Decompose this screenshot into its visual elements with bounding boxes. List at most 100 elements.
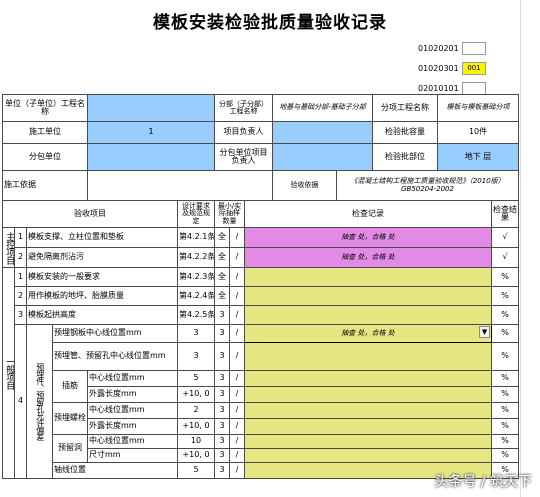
- col-record-header: 检查记录: [243, 200, 493, 228]
- result-cell: %: [491, 418, 520, 435]
- actual-sample-cell[interactable]: /: [229, 462, 245, 479]
- item-name: 中心线位置mm: [87, 434, 178, 449]
- actual-sample-cell[interactable]: /: [229, 434, 245, 449]
- code-row: 01020201: [418, 40, 538, 57]
- result-cell: %: [491, 267, 520, 287]
- item-name: 轴线位置: [52, 462, 178, 479]
- col-result-header: 检查结果: [491, 200, 520, 228]
- chevron-down-icon[interactable]: ▼: [479, 326, 491, 338]
- actual-sample-cell[interactable]: /: [229, 448, 245, 463]
- record-cell[interactable]: [243, 286, 493, 306]
- item-name: 用作模板的地坪、胎膜质量: [26, 286, 178, 306]
- actual-sample-cell[interactable]: /: [229, 370, 245, 387]
- item-name: 尺寸mm: [87, 448, 178, 463]
- item-name: 外露长度mm: [87, 386, 178, 403]
- record-dropdown-value: 抽查 处，合格 处: [341, 328, 395, 337]
- record-cell[interactable]: [243, 342, 493, 371]
- record-cell[interactable]: [243, 370, 493, 387]
- min-sample-cell: 3: [214, 462, 230, 479]
- result-cell: %: [491, 370, 520, 387]
- item-name: 模板支撑、立柱位置和垫板: [26, 227, 178, 248]
- sub-lead-field[interactable]: [272, 143, 374, 171]
- actual-sample-cell[interactable]: /: [229, 227, 245, 248]
- actual-sample-cell[interactable]: /: [229, 286, 245, 306]
- item-name: 中心线位置mm: [87, 370, 178, 387]
- code-label: 02010101: [418, 84, 459, 93]
- sub-project-label: 分部（子分部）工程名称: [213, 94, 274, 122]
- actual-sample-cell[interactable]: /: [229, 386, 245, 403]
- basis-label: 施工依据: [2, 170, 88, 201]
- spec-cell: 第4.2.3条: [177, 267, 215, 287]
- item-name: 中心线位置mm: [87, 402, 178, 419]
- row-number: 3: [14, 305, 27, 325]
- result-cell: %: [491, 448, 520, 463]
- record-dropdown-cell[interactable]: 抽查 处，合格 处 ▼: [243, 324, 493, 343]
- subcontractor-field[interactable]: [87, 143, 215, 171]
- record-cell[interactable]: [243, 267, 493, 287]
- project-lead-field[interactable]: [272, 121, 374, 144]
- item-project-field[interactable]: 模板与模板基础分项: [437, 94, 520, 122]
- spec-cell: 第4.2.5条: [177, 305, 215, 325]
- result-cell: %: [491, 286, 520, 306]
- project-lead-label: 项目负责人: [213, 121, 274, 144]
- spec-cell: +10, 0: [177, 418, 215, 435]
- location-label: 检验批部位: [372, 143, 439, 171]
- actual-sample-cell[interactable]: /: [229, 267, 245, 287]
- actual-sample-cell[interactable]: /: [229, 324, 245, 343]
- spec-cell: 5: [177, 462, 215, 479]
- col-sample-header: 最小/实际抽样数量: [214, 200, 245, 228]
- record-cell[interactable]: [243, 305, 493, 325]
- sub-lead-label: 分包单位项目负责人: [213, 143, 274, 171]
- row-number: 1: [14, 267, 27, 287]
- item-name: 避免隔离剂沾污: [26, 247, 178, 268]
- watermark: 头条号 / 筑天下: [434, 474, 532, 490]
- contractor-field[interactable]: 1: [87, 121, 215, 144]
- row-number: 4: [14, 324, 27, 479]
- actual-sample-cell[interactable]: /: [229, 342, 245, 371]
- row-number: 1: [14, 227, 27, 248]
- sub-project-field[interactable]: 地基与基础分部-基础子分部: [272, 94, 374, 122]
- unit-name-label: 单位（子单位）工程名称: [2, 94, 88, 122]
- page-title: 模板安装检验批质量验收记录: [153, 13, 387, 33]
- subcontractor-label: 分包单位: [2, 143, 88, 171]
- record-cell[interactable]: [243, 434, 493, 449]
- result-cell: %: [491, 402, 520, 419]
- basis-field[interactable]: [86, 170, 274, 201]
- capacity-label: 检验批容量: [372, 121, 439, 144]
- min-sample-cell: 全: [214, 286, 230, 306]
- main-control-label: 主控项目: [2, 227, 15, 268]
- contractor-label: 施工单位: [2, 121, 88, 144]
- item-name: 模板起拱高度: [26, 305, 178, 325]
- result-cell: %: [491, 386, 520, 403]
- spec-cell: +10, 0: [177, 448, 215, 463]
- min-sample-cell: 3: [214, 305, 230, 325]
- actual-sample-cell[interactable]: /: [229, 247, 245, 268]
- actual-sample-cell[interactable]: /: [229, 305, 245, 325]
- code-cell[interactable]: [462, 42, 486, 55]
- unit-name-field[interactable]: [87, 94, 215, 122]
- min-sample-cell: 3: [214, 386, 230, 403]
- col-item-header: 验收项目: [2, 200, 178, 228]
- record-cell[interactable]: [243, 418, 493, 435]
- location-field[interactable]: 地下 层: [437, 143, 520, 171]
- record-cell[interactable]: 抽查 处，合格 处: [243, 227, 493, 248]
- code-label: 01020301: [418, 64, 459, 73]
- record-cell[interactable]: 抽查 处，合格 处: [243, 247, 493, 268]
- accept-basis-field: 《混凝土结构工程施工质量验收规范》（2010版）GB50204-2002: [336, 170, 520, 201]
- result-cell: √: [491, 227, 520, 248]
- sub-group-label: 预埋螺栓: [52, 402, 88, 435]
- code-row: 01020301 001: [418, 60, 538, 77]
- min-sample-cell: 3: [214, 370, 230, 387]
- record-cell[interactable]: [243, 402, 493, 419]
- inspection-form: 单位（子单位）工程名称 分部（子分部）工程名称 地基与基础分部-基础子分部 分项…: [2, 94, 520, 479]
- item-name: 模板安装的一般要求: [26, 267, 178, 287]
- record-cell[interactable]: [243, 448, 493, 463]
- min-sample-cell: 全: [214, 227, 230, 248]
- code-cell-selected[interactable]: 001: [462, 62, 486, 75]
- capacity-field[interactable]: 10件: [437, 121, 520, 144]
- min-sample-cell: 3: [214, 448, 230, 463]
- actual-sample-cell[interactable]: /: [229, 418, 245, 435]
- spec-cell: 第4.2.4条: [177, 286, 215, 306]
- actual-sample-cell[interactable]: /: [229, 402, 245, 419]
- record-cell[interactable]: [243, 386, 493, 403]
